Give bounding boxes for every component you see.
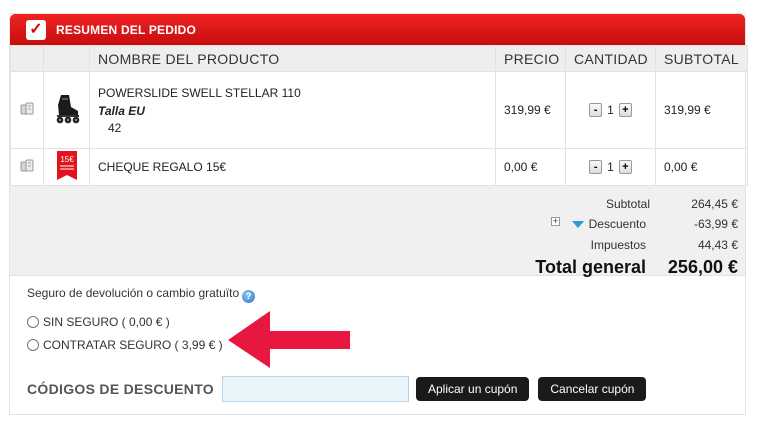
- col-quantity: CANTIDAD: [565, 45, 656, 72]
- red-arrow-annotation: [228, 311, 350, 368]
- discount-label[interactable]: Descuento: [10, 217, 646, 231]
- size-label: Talla EU: [98, 103, 145, 118]
- quantity-value: 1: [607, 160, 614, 174]
- delete-icon[interactable]: [20, 159, 34, 172]
- totals-summary: Subtotal 264,45 € + Descuento -63,99 € I…: [10, 186, 745, 277]
- tax-value: 44,43 €: [697, 238, 738, 252]
- gift-voucher-icon[interactable]: 15€: [56, 150, 78, 182]
- subtotal-label: Subtotal: [605, 197, 650, 211]
- help-icon[interactable]: ?: [242, 290, 256, 303]
- order-summary-panel: ✓ RESUMEN DEL PEDIDO NOMBRE DEL PRODUCTO…: [9, 13, 748, 415]
- coupon-input[interactable]: [222, 376, 409, 402]
- delete-icon[interactable]: [20, 102, 34, 115]
- subtotal-value: 264,45 €: [691, 197, 738, 211]
- checkmark-icon: ✓: [26, 19, 46, 40]
- product-name[interactable]: CHEQUE REGALO 15€: [89, 148, 496, 186]
- coupon-section: CÓDIGOS DE DESCUENTO Aplicar un cupón Ca…: [27, 376, 647, 402]
- price: 0,00 €: [495, 148, 566, 186]
- quantity-stepper: - 1 +: [574, 160, 647, 174]
- price: 319,99 €: [495, 71, 566, 149]
- cancel-coupon-button[interactable]: Cancelar cupón: [538, 377, 647, 401]
- inline-skate-icon[interactable]: [52, 93, 82, 125]
- coupon-label: CÓDIGOS DE DESCUENTO: [27, 381, 214, 397]
- insurance-option-none[interactable]: SIN SEGURO ( 0,00 € ): [27, 315, 255, 329]
- apply-coupon-button[interactable]: Aplicar un cupón: [416, 377, 530, 401]
- discount-value: -63,99 €: [693, 217, 738, 231]
- panel-title: RESUMEN DEL PEDIDO: [56, 22, 197, 37]
- insurance-section: Seguro de devolución o cambio gratuïto? …: [27, 286, 256, 352]
- panel-header: ✓ RESUMEN DEL PEDIDO: [10, 14, 745, 45]
- grand-total-value: 256,00 €: [667, 257, 738, 277]
- quantity-value: 1: [607, 103, 614, 117]
- tax-label: Impuestos: [590, 238, 646, 252]
- grand-total-label: Total general: [535, 257, 646, 277]
- row-subtotal: 319,99 €: [655, 71, 748, 149]
- size-value: 42: [108, 120, 122, 135]
- row-subtotal: 0,00 €: [655, 148, 748, 186]
- table-row: 15€ CHEQUE REGALO 15€ 0,00 € - 1 + 0,00 …: [10, 148, 748, 186]
- decrease-qty-button[interactable]: -: [589, 103, 603, 117]
- increase-qty-button[interactable]: +: [618, 160, 632, 174]
- cart-table: NOMBRE DEL PRODUCTO PRECIO CANTIDAD SUBT…: [10, 45, 748, 186]
- insurance-title: Seguro de devolución o cambio gratuïto?: [27, 286, 256, 303]
- insurance-option-buy[interactable]: CONTRATAR SEGURO ( 3,99 € ): [27, 338, 255, 352]
- table-row: POWERSLIDE SWELL STELLAR 110 Talla EU 42…: [10, 71, 748, 149]
- quantity-stepper: - 1 +: [574, 103, 647, 117]
- col-product-name: NOMBRE DEL PRODUCTO: [89, 45, 496, 72]
- col-subtotal: SUBTOTAL: [655, 45, 748, 72]
- radio-no-insurance[interactable]: [27, 316, 39, 328]
- col-price: PRECIO: [495, 45, 566, 72]
- table-header: NOMBRE DEL PRODUCTO PRECIO CANTIDAD SUBT…: [10, 45, 748, 72]
- radio-buy-insurance[interactable]: [27, 339, 39, 351]
- product-name[interactable]: POWERSLIDE SWELL STELLAR 110: [98, 86, 487, 100]
- increase-qty-button[interactable]: +: [618, 103, 632, 117]
- svg-text:15€: 15€: [60, 155, 74, 164]
- decrease-qty-button[interactable]: -: [589, 160, 603, 174]
